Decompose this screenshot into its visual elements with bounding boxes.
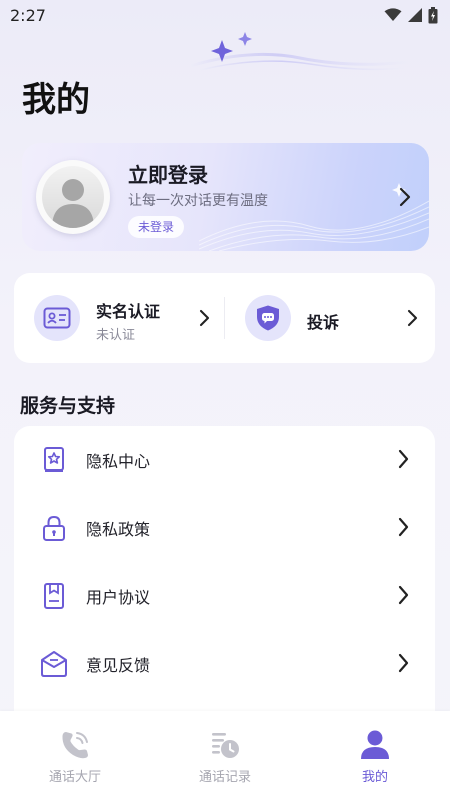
login-wave-decoration (199, 183, 429, 251)
id-card-icon (34, 295, 80, 341)
menu-item-feedback[interactable]: 意见反馈 (14, 630, 435, 698)
signal-icon (408, 8, 422, 22)
menu-label: 隐私政策 (86, 520, 151, 539)
tab-label: 我的 (361, 770, 388, 785)
chevron-right-icon (399, 187, 411, 207)
call-history-icon (212, 733, 239, 758)
document-icon (44, 583, 64, 609)
section-title: 服务与支持 (20, 395, 116, 417)
privacy-center-icon (44, 447, 64, 472)
verification-title: 实名认证 (96, 302, 161, 321)
default-avatar-icon (42, 166, 104, 228)
chevron-right-icon (199, 309, 210, 327)
phone-icon (62, 732, 88, 759)
chevron-right-icon (407, 309, 418, 327)
tab-label: 通话记录 (198, 770, 251, 785)
complaint-title: 投诉 (307, 313, 340, 332)
avatar[interactable] (36, 160, 110, 234)
chevron-right-icon (398, 653, 409, 673)
login-title: 立即登录 (128, 163, 208, 187)
login-card[interactable]: 立即登录 让每一次对话更有温度 未登录 (22, 143, 429, 251)
menu-item-user-agreement[interactable]: 用户协议 (14, 562, 435, 630)
battery-icon (428, 6, 438, 23)
bottom-tab-bar: 通话大厅 通话记录 我的 (0, 711, 450, 800)
tab-call-hall[interactable]: 通话大厅 (0, 711, 150, 800)
menu-item-privacy-policy[interactable]: 隐私政策 (14, 494, 435, 562)
tab-mine[interactable]: 我的 (300, 711, 450, 800)
tab-call-history[interactable]: 通话记录 (150, 711, 300, 800)
page-title: 我的 (22, 80, 90, 120)
tab-label: 通话大厅 (48, 770, 101, 785)
complaint-item[interactable]: 投诉 (225, 273, 435, 363)
wifi-icon (384, 8, 402, 21)
status-time: 2:27 (10, 5, 46, 25)
menu-label: 用户协议 (86, 588, 151, 607)
chevron-right-icon (398, 449, 409, 469)
verification-status: 未认证 (96, 328, 136, 343)
login-subtitle: 让每一次对话更有温度 (128, 193, 268, 209)
login-status-badge: 未登录 (128, 216, 185, 238)
feedback-icon (41, 651, 67, 677)
menu-label: 意见反馈 (86, 656, 151, 675)
status-bar: 2:27 (0, 0, 450, 30)
header-decoration (189, 32, 410, 71)
chevron-right-icon (398, 585, 409, 605)
shield-chat-icon (245, 295, 291, 341)
status-icons (384, 6, 438, 24)
menu-item-privacy-center[interactable]: 隐私中心 (14, 426, 435, 494)
quick-actions-card: 实名认证 未认证 投诉 (14, 273, 435, 363)
services-menu: 隐私中心 隐私政策 用户协议 意见反馈 (14, 426, 435, 726)
chevron-right-icon (398, 517, 409, 537)
user-icon (361, 730, 389, 759)
menu-label: 隐私中心 (86, 452, 151, 471)
real-name-verification-item[interactable]: 实名认证 未认证 (14, 273, 224, 363)
lock-icon (43, 515, 65, 541)
